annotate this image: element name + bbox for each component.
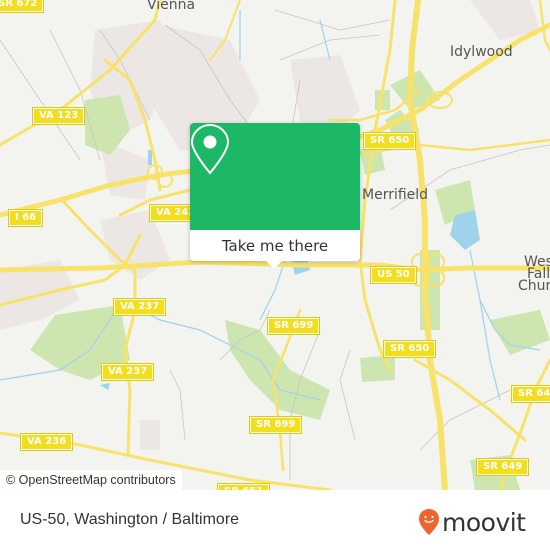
footer-bar: US-50, Washington / Baltimore moovit [0, 490, 550, 550]
map-attribution[interactable]: © OpenStreetMap contributors [0, 470, 182, 490]
road-shield-va-237: VA 237 [100, 363, 155, 381]
road-shield-sr-672: SR 672 [0, 0, 45, 13]
road-shield-sr-649: SR 649 [475, 458, 530, 476]
road-shield-sr-649: SR 649 [510, 385, 550, 403]
place-label-idylwood: Idylwood [450, 44, 513, 60]
map-pin-icon [190, 123, 230, 175]
location-popup: Take me there [190, 123, 360, 269]
brand-name: moovit [442, 507, 526, 537]
road-shield-i-66: I 66 [7, 209, 44, 227]
moovit-logo[interactable]: moovit [418, 508, 526, 536]
popup-pointer [266, 261, 282, 269]
place-label-west-falls-church: Church [518, 278, 550, 294]
road-shield-sr-650: SR 650 [362, 132, 417, 150]
popup-header [190, 123, 360, 230]
road-shield-va-237: VA 237 [112, 298, 167, 316]
road-shield-sr-699: SR 699 [266, 317, 321, 335]
place-label-merrifield: Merrifield [362, 187, 429, 203]
place-label-vienna: Vienna [147, 0, 196, 13]
moovit-pin-icon [419, 509, 439, 535]
road-shield-va-236: VA 236 [19, 433, 74, 451]
map-canvas[interactable]: Vienna Idylwood Merrifield West Falls Ch… [0, 0, 550, 490]
location-title: US-50, Washington / Baltimore [20, 511, 240, 528]
take-me-there-button[interactable]: Take me there [190, 230, 360, 261]
road-shield-us-50: US 50 [370, 266, 417, 284]
road-shield-sr-699: SR 699 [248, 416, 303, 434]
road-shield-sr-650: SR 650 [382, 340, 437, 358]
road-shield-va-123: VA 123 [31, 107, 86, 125]
